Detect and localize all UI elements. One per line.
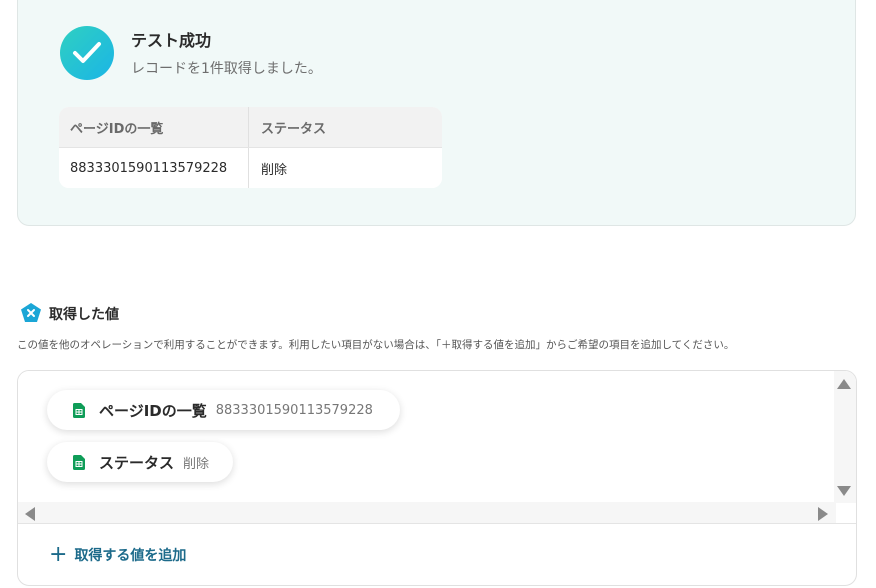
plus-icon: + xyxy=(49,542,68,567)
add-value-label: 取得する値を追加 xyxy=(74,548,187,564)
chip-label: ステータス xyxy=(99,453,175,472)
scroll-left-icon[interactable] xyxy=(25,507,35,521)
sheets-icon xyxy=(73,454,85,470)
scroll-down-icon[interactable] xyxy=(837,486,851,496)
chip-value: 削除 xyxy=(183,456,210,472)
value-chip-page-id[interactable]: ページIDの一覧 8833301590113579228 xyxy=(47,390,400,430)
section-description: この値を他のオペレーションで利用することができます。利用したい項目がない場合は、… xyxy=(17,339,735,351)
values-scroll-area[interactable]: ページIDの一覧 8833301590113579228 ステータス 削除 xyxy=(18,371,856,524)
acquired-values-box: ページIDの一覧 8833301590113579228 ステータス 削除 + … xyxy=(17,370,857,586)
chip-value: 8833301590113579228 xyxy=(215,402,373,418)
table-cell-status: 削除 xyxy=(261,162,288,178)
result-table: ページIDの一覧 ステータス 8833301590113579228 削除 xyxy=(59,107,442,188)
section-title: 取得した値 xyxy=(49,307,119,323)
chip-label: ページIDの一覧 xyxy=(99,401,207,420)
check-icon xyxy=(60,26,114,80)
value-chip-status[interactable]: ステータス 削除 xyxy=(47,442,233,482)
success-subtitle: レコードを1件取得しました。 xyxy=(131,61,322,77)
vertical-scrollbar[interactable] xyxy=(834,371,856,503)
scroll-right-icon[interactable] xyxy=(818,507,828,521)
sheets-icon xyxy=(73,402,85,418)
table-cell-page-id: 8833301590113579228 xyxy=(59,148,249,188)
yoom-logo-icon xyxy=(20,302,42,324)
add-value-button[interactable]: + 取得する値を追加 xyxy=(49,544,186,566)
column-header-page-id: ページIDの一覧 xyxy=(59,107,249,147)
horizontal-scrollbar[interactable] xyxy=(18,502,836,524)
success-title: テスト成功 xyxy=(131,31,212,50)
column-header-status: ステータス xyxy=(261,121,327,137)
table-row: 8833301590113579228 削除 xyxy=(59,147,442,188)
scroll-up-icon[interactable] xyxy=(837,379,851,389)
add-value-row: + 取得する値を追加 xyxy=(18,523,856,585)
test-success-panel: テスト成功 レコードを1件取得しました。 ページIDの一覧 ステータス 8833… xyxy=(17,0,856,226)
table-header: ページIDの一覧 ステータス xyxy=(59,107,442,147)
